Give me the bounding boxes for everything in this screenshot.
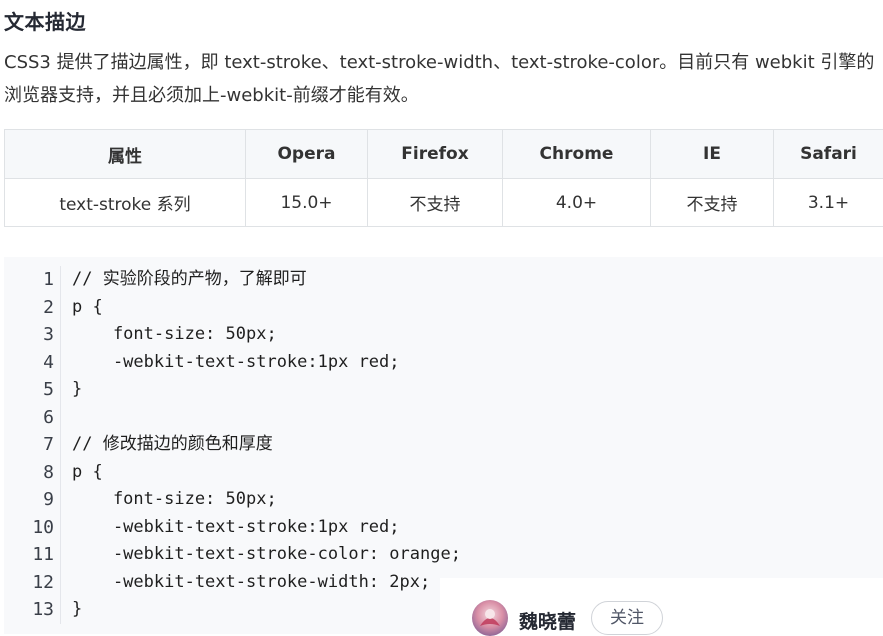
line-number: 12 [4, 569, 60, 597]
header-cell-firefox: Firefox [368, 130, 503, 179]
code-line: font-size: 50px; [72, 321, 461, 349]
line-number: 7 [4, 431, 60, 459]
code-line: } [72, 596, 461, 624]
code-lines: // 实验阶段的产物，了解即可 p { font-size: 50px; -we… [72, 266, 461, 624]
table-cell: 15.0+ [246, 179, 368, 227]
code-line: -webkit-text-stroke:1px red; [72, 349, 461, 377]
line-number: 2 [4, 294, 60, 322]
article-heading: 文本描边 [4, 6, 86, 35]
table-cell: 不支持 [368, 179, 503, 227]
avatar-graphic [472, 600, 508, 636]
follow-button[interactable]: 关注 [591, 601, 663, 635]
article-paragraph: CSS3 提供了描边属性，即 text-stroke、text-stroke-w… [4, 46, 882, 112]
line-number: 11 [4, 541, 60, 569]
line-number: 8 [4, 459, 60, 487]
line-number: 1 [4, 266, 60, 294]
author-bar: 魏晓蕾 关注 [440, 578, 883, 634]
line-number: 5 [4, 376, 60, 404]
code-line: p { [72, 294, 461, 322]
author-name[interactable]: 魏晓蕾 [519, 607, 576, 634]
line-number: 4 [4, 349, 60, 377]
user-avatar-icon[interactable] [472, 600, 508, 636]
code-line: // 修改描边的颜色和厚度 [72, 431, 461, 459]
line-number: 9 [4, 486, 60, 514]
code-line: -webkit-text-stroke:1px red; [72, 514, 461, 542]
code-line [72, 404, 461, 432]
header-cell-opera: Opera [246, 130, 368, 179]
line-number: 13 [4, 596, 60, 624]
compatibility-table: 属性 Opera Firefox Chrome IE Safari text-s… [4, 129, 883, 227]
line-number: 10 [4, 514, 60, 542]
table-row: text-stroke 系列 15.0+ 不支持 4.0+ 不支持 3.1+ [5, 179, 883, 227]
line-number: 6 [4, 404, 60, 432]
code-line: } [72, 376, 461, 404]
code-line: // 实验阶段的产物，了解即可 [72, 266, 461, 294]
table-cell: 4.0+ [503, 179, 651, 227]
table-header-row: 属性 Opera Firefox Chrome IE Safari [5, 130, 883, 179]
header-cell-safari: Safari [774, 130, 883, 179]
header-cell-chrome: Chrome [503, 130, 651, 179]
code-line: font-size: 50px; [72, 486, 461, 514]
table-cell: text-stroke 系列 [5, 179, 246, 227]
header-cell-ie: IE [651, 130, 774, 179]
table-cell: 3.1+ [774, 179, 883, 227]
table-cell: 不支持 [651, 179, 774, 227]
header-cell-property: 属性 [5, 130, 246, 179]
line-number-gutter: 1 2 3 4 5 6 7 8 9 10 11 12 13 [4, 266, 61, 624]
code-line: -webkit-text-stroke-width: 2px; [72, 569, 461, 597]
line-number: 3 [4, 321, 60, 349]
code-line: -webkit-text-stroke-color: orange; [72, 541, 461, 569]
code-line: p { [72, 459, 461, 487]
